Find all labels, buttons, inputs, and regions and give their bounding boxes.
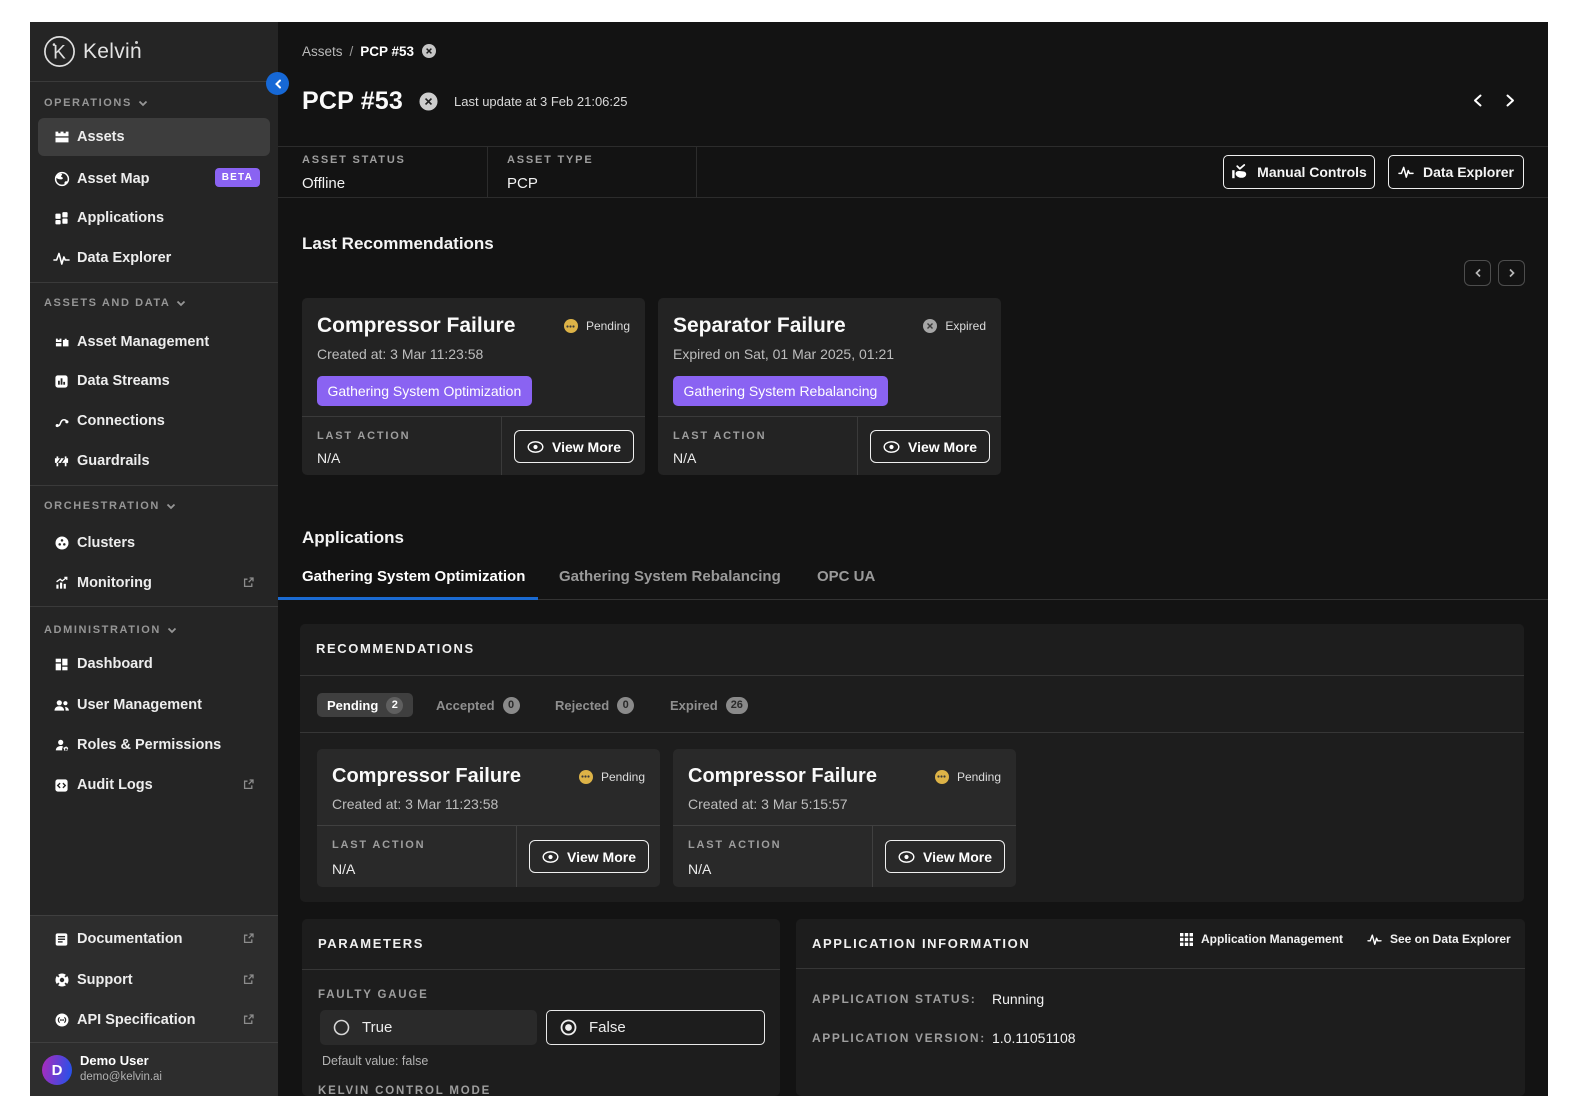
- svg-text:K: K: [53, 43, 66, 64]
